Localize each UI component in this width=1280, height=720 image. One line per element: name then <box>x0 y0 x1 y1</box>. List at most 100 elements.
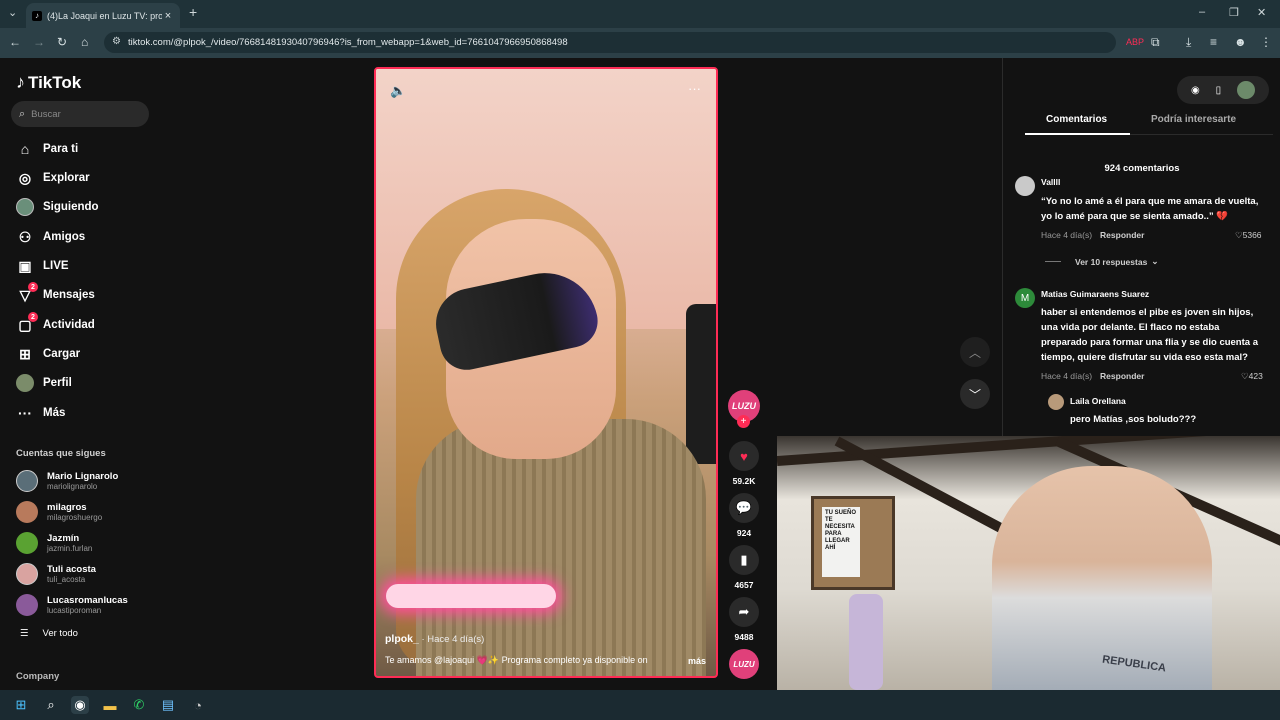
nav-label: Perfil <box>43 377 72 389</box>
nav-para-ti[interactable]: ⌂ Para ti <box>16 138 78 160</box>
minimize-icon[interactable]: – <box>1199 6 1205 18</box>
home-icon[interactable]: ⌂ <box>81 35 88 49</box>
save-action[interactable]: ▮ 4657 <box>728 545 760 590</box>
following-item[interactable]: Lucasromanlucas lucastiporoman <box>16 592 128 618</box>
profile-avatar-icon <box>16 374 34 392</box>
nav-perfil[interactable]: Perfil <box>16 372 72 394</box>
compass-small-icon[interactable]: ◉ <box>1191 85 1200 96</box>
avatar[interactable] <box>1015 176 1035 196</box>
next-video-button[interactable]: ﹀ <box>960 379 990 409</box>
following-item[interactable]: Mario Lignarolo mariolignarolo <box>16 468 118 494</box>
nav-label: Actividad <box>43 319 95 331</box>
comment-user[interactable]: Vallll <box>1041 177 1060 187</box>
notepad-icon[interactable]: ▤ <box>159 696 177 714</box>
avatar <box>16 563 38 585</box>
site-info-icon[interactable]: ⚙ <box>112 36 121 47</box>
phone-icon[interactable]: ▯ <box>1216 85 1222 96</box>
tab-search-icon[interactable]: ⌄ <box>8 6 17 19</box>
chevron-down-icon: ⌄ <box>1151 256 1159 266</box>
comments-panel: ◉ ▯ Comentarios Podría interesarte 924 c… <box>1002 58 1280 436</box>
music-disc[interactable]: LUZU <box>729 649 759 679</box>
following-item[interactable]: Tuli acosta tuli_acosta <box>16 561 96 587</box>
comment-action[interactable]: 💬 924 <box>728 493 760 538</box>
user-avatar[interactable] <box>1237 81 1256 99</box>
nav-mensajes[interactable]: ▽ 2 Mensajes <box>16 282 95 306</box>
comment-text: preparado para formar una flia y se dio … <box>1041 337 1258 348</box>
nav-cargar[interactable]: ⊞ Cargar <box>16 343 80 365</box>
activity-icon: ▢ 2 <box>16 312 38 334</box>
whatsapp-icon[interactable]: ✆ <box>130 696 148 714</box>
follow-plus-icon[interactable]: + <box>737 415 750 428</box>
share-action[interactable]: ➦ 9488 <box>728 597 760 642</box>
caption-more-button[interactable]: más <box>688 656 706 666</box>
heart-outline-icon: ♡ <box>1235 230 1243 240</box>
heart-icon: ♥ <box>729 441 759 471</box>
friends-icon: ⚇ <box>18 228 32 245</box>
bookmark-icon: ▮ <box>729 545 759 575</box>
nav-actividad[interactable]: ▢ 2 Actividad <box>16 312 95 336</box>
clock-app-icon[interactable]: ◔ <box>189 696 207 714</box>
menu-icon[interactable]: ⋮ <box>1260 35 1272 49</box>
avatar[interactable] <box>1048 394 1064 410</box>
forward-icon[interactable]: → <box>33 35 45 49</box>
nav-label: Siguiendo <box>43 201 99 213</box>
comment-user[interactable]: Matias Guimaraens Suarez <box>1041 289 1149 299</box>
browser-tab[interactable]: ♪ (4)La Joaqui en Luzu TV: progra × <box>26 3 180 28</box>
search-icon[interactable]: ⌕ <box>42 696 60 714</box>
following-name: Lucasromanlucas <box>47 594 128 606</box>
windows-taskbar: ⊞ ⌕ ◉ ▬ ✆ ▤ ◔ <box>0 690 1280 720</box>
avatar <box>16 594 38 616</box>
tiktok-logo[interactable]: ♪ TikTok <box>16 72 81 93</box>
nav-explorar[interactable]: ◎ Explorar <box>16 167 90 189</box>
reply-button[interactable]: Responder <box>1100 230 1144 240</box>
share-count: 9488 <box>734 632 754 642</box>
chrome-icon[interactable]: ◉ <box>71 696 89 714</box>
company-link[interactable]: Company <box>16 671 59 682</box>
reading-list-icon[interactable]: ≡ <box>1210 35 1217 49</box>
back-icon[interactable]: ← <box>9 35 21 49</box>
nav-live[interactable]: ▣ LIVE <box>16 255 68 277</box>
nav-mas[interactable]: ··· Más <box>16 402 65 424</box>
tab-comentarios[interactable]: Comentarios <box>1046 114 1107 125</box>
live-icon: ▣ <box>18 257 32 274</box>
previous-video-button[interactable]: ︿ <box>960 337 990 367</box>
download-icon[interactable]: ⤓ <box>1186 35 1191 50</box>
comment-time: Hace 4 día(s) <box>1041 230 1093 240</box>
like-action[interactable]: ♥ 59.2K <box>728 441 760 486</box>
comment-meta: Hace 4 día(s) Responder <box>1041 230 1144 240</box>
video-player[interactable]: 🔈 ··· plpok_ · Hace 4 día(s) Te amamos @… <box>374 67 718 678</box>
extensions-icon[interactable]: ⧉ <box>1151 35 1160 50</box>
following-item[interactable]: Jazmín jazmin.furlan <box>16 530 92 556</box>
close-window-icon[interactable]: ✕ <box>1257 6 1266 19</box>
abp-extension-icon[interactable]: ABP <box>1126 37 1144 47</box>
see-all-link[interactable]: ☰ Ver todo <box>20 628 78 639</box>
avatar <box>16 501 38 523</box>
comment-like[interactable]: ♡423 <box>1241 371 1263 382</box>
comment-user[interactable]: Laila Orellana <box>1070 396 1126 406</box>
new-tab-icon[interactable]: + <box>189 4 197 20</box>
compass-icon: ◎ <box>18 169 32 186</box>
address-bar[interactable]: ⚙ tiktok.com/@plpok_/video/7668148193040… <box>104 32 1116 53</box>
following-item[interactable]: milagros milagroshuergo <box>16 499 102 525</box>
video-author[interactable]: plpok_ · Hace 4 día(s) <box>385 633 484 645</box>
avatar <box>16 470 38 492</box>
reload-icon[interactable]: ↻ <box>57 35 67 49</box>
view-replies-button[interactable]: Ver 10 respuestas ⌄ <box>1045 256 1158 267</box>
comment-like[interactable]: ♡5366 <box>1235 230 1262 241</box>
file-explorer-icon[interactable]: ▬ <box>101 696 119 714</box>
nav-siguiendo[interactable]: Siguiendo <box>16 196 99 218</box>
tab-podria-interesarte[interactable]: Podría interesarte <box>1151 114 1236 125</box>
volume-icon[interactable]: 🔈 <box>390 83 406 99</box>
nav-label: Más <box>43 407 66 419</box>
restore-icon[interactable]: ❐ <box>1229 6 1239 19</box>
reply-button[interactable]: Responder <box>1100 371 1144 381</box>
more-options-icon[interactable]: ··· <box>688 81 701 96</box>
comment-text: “Yo no lo amé a él para que me amara de … <box>1041 196 1259 207</box>
profile-icon[interactable]: ☻ <box>1234 35 1247 49</box>
avatar[interactable]: M <box>1015 288 1035 308</box>
windows-start-icon[interactable]: ⊞ <box>12 696 30 714</box>
close-tab-icon[interactable]: × <box>162 10 174 22</box>
nav-amigos[interactable]: ⚇ Amigos <box>16 226 85 248</box>
thermos <box>849 594 883 690</box>
search-input[interactable]: ⌕ Buscar <box>11 101 149 127</box>
